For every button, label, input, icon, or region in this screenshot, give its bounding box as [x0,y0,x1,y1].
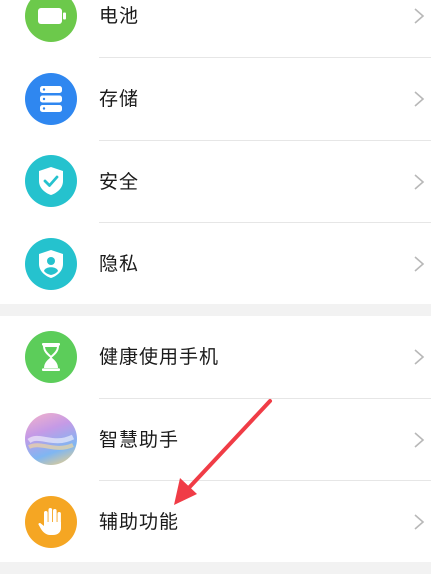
shield-check-icon [25,155,77,207]
settings-item-label: 安全 [99,171,140,193]
settings-item-privacy[interactable]: 隐私 [0,223,431,305]
hand-icon [25,496,77,548]
settings-item-label: 电池 [99,5,140,27]
chevron-right-icon [414,174,425,190]
settings-item-accessibility[interactable]: 辅助功能 [0,481,431,563]
settings-item-label: 辅助功能 [99,511,180,533]
smart-assistant-icon [25,413,77,465]
battery-icon [25,0,77,42]
settings-item-storage[interactable]: 存储 [0,58,431,140]
settings-item-digital-balance[interactable]: 健康使用手机 [0,316,431,398]
chevron-right-icon [414,349,425,365]
chevron-right-icon [414,91,425,107]
settings-item-label: 存储 [99,88,140,110]
settings-item-label: 隐私 [99,253,140,275]
chevron-right-icon [414,514,425,530]
settings-group-device: 电池 存储 安全 隐私 [0,0,431,304]
settings-item-smart-assistant[interactable]: 智慧助手 [0,399,431,481]
settings-group-assist: 健康使用手机 智慧助手 辅助功能 [0,316,431,562]
settings-item-security[interactable]: 安全 [0,141,431,223]
chevron-right-icon [414,432,425,448]
settings-item-battery[interactable]: 电池 [0,0,431,57]
settings-item-label: 智慧助手 [99,429,180,451]
privacy-icon [25,238,77,290]
chevron-right-icon [414,8,425,24]
hourglass-icon [25,331,77,383]
settings-item-label: 健康使用手机 [99,346,220,368]
storage-icon [25,73,77,125]
chevron-right-icon [414,256,425,272]
